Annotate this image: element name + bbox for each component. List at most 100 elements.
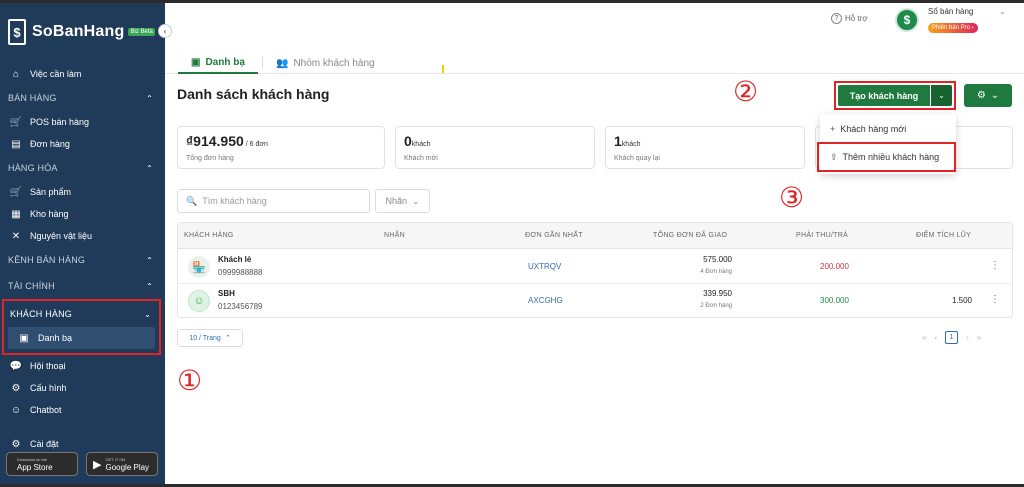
- plus-icon: +: [830, 124, 836, 134]
- gear-icon: ⚙: [11, 382, 21, 394]
- sidebar-item-todo[interactable]: ⌂ Việc cần làm: [0, 63, 165, 85]
- sidebar-item-chatbot[interactable]: ☺ Chatbot: [0, 399, 165, 421]
- contacts-icon: ▣: [191, 56, 201, 68]
- sidebar-item-conversations[interactable]: 💬 Hội thoại: [0, 355, 165, 377]
- appstore-text: Download on the App Store: [17, 456, 53, 472]
- account-menu[interactable]: Sổ bán hàng Phiên bản Pro ›: [928, 7, 978, 34]
- stat-card-new-customers: 0khách Khách mới: [395, 126, 595, 169]
- help-icon: ?: [831, 13, 842, 24]
- more-vertical-icon[interactable]: ⋮: [990, 294, 1000, 305]
- brand[interactable]: $ SoBanHang Biz Beta: [8, 19, 155, 45]
- first-page-icon[interactable]: «: [922, 333, 926, 342]
- cart-icon: 🛒: [9, 116, 23, 128]
- tab-label: Nhóm khách hàng: [293, 57, 375, 69]
- column-header-points[interactable]: ĐIỂM TÍCH LŨY: [916, 232, 971, 239]
- create-customer-dropdown-toggle[interactable]: ⌄: [931, 85, 952, 106]
- column-header-receivable[interactable]: PHẢI THU/TRẢ: [796, 232, 848, 239]
- label-filter-select[interactable]: Nhãn ⌄: [375, 189, 430, 213]
- chevron-left-icon: ‹: [163, 26, 167, 36]
- chat-icon: 💬: [9, 360, 23, 372]
- sidebar-collapse-button[interactable]: ‹: [158, 24, 172, 38]
- appstore-label: App Store: [17, 463, 53, 472]
- sidebar-item-pos[interactable]: 🛒 POS bán hàng: [0, 111, 165, 133]
- page-number[interactable]: 1: [945, 331, 959, 344]
- chevron-up-icon: ⌃: [146, 255, 153, 265]
- sidebar-item-label: Nguyên vật liệu: [30, 231, 93, 241]
- total-delivered: 575.000: [703, 255, 732, 264]
- more-vertical-icon[interactable]: ⋮: [990, 260, 1000, 271]
- stat-unit: khách: [621, 141, 641, 148]
- googleplay-button[interactable]: ▶ GET IT ON Google Play: [86, 452, 158, 476]
- users-icon: 👥: [276, 57, 289, 69]
- brand-logo-icon: $: [8, 19, 26, 45]
- stat-label: Khách quay lại: [614, 155, 660, 162]
- column-header-label[interactable]: NHÃN: [384, 232, 405, 239]
- table-row[interactable]: 🏪 Khách lẻ 0999988888 UXTRQV 575.000 4 Đ…: [178, 250, 1012, 284]
- chevron-down-icon[interactable]: ⌄: [999, 7, 1006, 16]
- order-count: 4 Đơn hàng: [700, 269, 732, 275]
- next-page-icon[interactable]: ›: [966, 333, 969, 342]
- prev-page-icon[interactable]: ‹: [934, 333, 937, 342]
- table-row[interactable]: ☺ SBH 0123456789 AXCGHG 339.950 2 Đơn hà…: [178, 284, 1012, 318]
- tab-customer-groups[interactable]: 👥 Nhóm khách hàng: [276, 52, 375, 74]
- chevron-up-icon: ⌃: [146, 163, 153, 173]
- chevron-down-icon: ⌄: [938, 91, 945, 100]
- chevron-down-icon: ⌄: [990, 90, 1000, 101]
- sidebar-item-contacts[interactable]: ▣ Danh bạ: [8, 327, 155, 349]
- tab-bar: ▣ Danh bạ 👥 Nhóm khách hàng: [165, 48, 1024, 74]
- chevron-up-icon: ⌃: [146, 93, 153, 103]
- sidebar-item-products[interactable]: 🛒 Sản phẩm: [0, 181, 165, 203]
- last-order-link[interactable]: AXCGHG: [528, 296, 563, 305]
- avatar[interactable]: $: [895, 8, 919, 32]
- page-title: Danh sách khách hàng: [177, 86, 330, 102]
- pro-badge[interactable]: Phiên bản Pro ›: [928, 23, 978, 33]
- sidebar-section-finance[interactable]: TÀI CHÍNH ⌃: [0, 273, 165, 299]
- sidebar-customer-group: KHÁCH HÀNG ⌄ ▣ Danh bạ: [2, 299, 161, 355]
- create-customer-button[interactable]: Tạo khách hàng: [838, 85, 930, 106]
- stat-unit: / 6 đơn: [243, 141, 268, 148]
- robot-icon: ☺: [10, 404, 22, 416]
- sidebar-section-label: KÊNH BÁN HÀNG: [8, 255, 86, 265]
- search-input[interactable]: [202, 196, 363, 206]
- column-header-last-order[interactable]: ĐƠN GẦN NHẤT: [525, 232, 583, 239]
- settings-button[interactable]: ⚙ ⌄: [964, 84, 1012, 107]
- page-size-label: 10 / Trang: [189, 334, 221, 342]
- annotation-marker-2: ②: [733, 76, 759, 107]
- last-page-icon[interactable]: »: [977, 333, 981, 342]
- total-delivered: 339.950: [703, 289, 732, 298]
- brand-badge: Biz Beta: [128, 28, 155, 36]
- customer-name: SBH: [218, 289, 235, 298]
- sidebar-section-goods[interactable]: HÀNG HÓA ⌃: [0, 155, 165, 181]
- search-icon: 🔍: [186, 195, 198, 206]
- sidebar-item-orders[interactable]: ▤ Đơn hàng: [0, 133, 165, 155]
- sidebar-item-warehouse[interactable]: ▦ Kho hàng: [0, 203, 165, 225]
- customer-phone: 0999988888: [218, 268, 263, 277]
- points: 1.500: [951, 296, 972, 305]
- column-header-customer[interactable]: KHÁCH HÀNG: [184, 232, 234, 239]
- gear-icon: ⚙: [11, 438, 21, 450]
- stat-label: Tổng đơn hàng: [186, 155, 234, 162]
- sidebar-section-label: BÁN HÀNG: [8, 93, 57, 103]
- sidebar-item-materials[interactable]: ✕ Nguyên vật liệu: [0, 225, 165, 247]
- menu-item-new-customer[interactable]: + Khách hàng mới: [820, 116, 956, 142]
- column-header-total-delivered[interactable]: TỔNG ĐƠN ĐÃ GIAO: [653, 232, 727, 239]
- sidebar-item-label: Danh bạ: [38, 333, 73, 343]
- sidebar-item-label: Cấu hình: [30, 383, 67, 393]
- appstore-button[interactable]: Download on the App Store: [6, 452, 78, 476]
- sidebar-item-label: Chatbot: [30, 405, 62, 415]
- sidebar: $ SoBanHang Biz Beta ⌂ Việc cần làm BÁN …: [0, 3, 165, 484]
- cart-icon: 🛒: [9, 186, 23, 198]
- sidebar-section-sales[interactable]: BÁN HÀNG ⌃: [0, 85, 165, 111]
- app-window: $ SoBanHang Biz Beta ⌂ Việc cần làm BÁN …: [0, 0, 1024, 487]
- stat-value-row: 0khách: [404, 133, 586, 149]
- tab-contacts[interactable]: ▣ Danh bạ: [178, 52, 258, 74]
- menu-item-label: Khách hàng mới: [840, 124, 907, 134]
- last-order-link[interactable]: UXTRQV: [528, 262, 561, 271]
- help-link[interactable]: ? Hỗ trợ: [831, 13, 868, 24]
- page-size-select[interactable]: 10 / Trang ⌃: [177, 329, 243, 347]
- sidebar-item-config[interactable]: ⚙ Cấu hình: [0, 377, 165, 399]
- sidebar-section-channels[interactable]: KÊNH BÁN HÀNG ⌃: [0, 247, 165, 273]
- search-box[interactable]: 🔍: [177, 189, 370, 213]
- sidebar-section-customers[interactable]: KHÁCH HÀNG ⌄: [4, 301, 159, 327]
- sidebar-section-label: KHÁCH HÀNG: [10, 309, 73, 319]
